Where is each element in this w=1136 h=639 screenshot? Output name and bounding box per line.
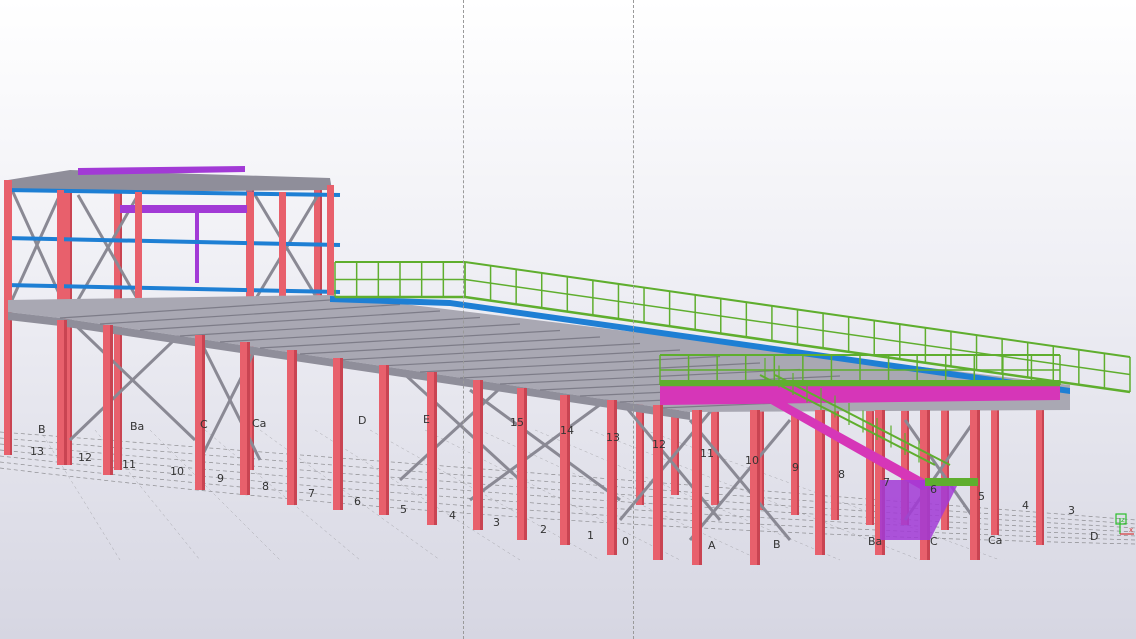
grid-label: 2 — [540, 523, 547, 536]
column-shadow — [386, 365, 389, 515]
column-shadow — [567, 395, 570, 545]
view-split-line — [633, 0, 634, 639]
axis-indicator: z x — [1115, 513, 1134, 535]
view-split-line — [463, 0, 464, 639]
grid-label: B — [38, 423, 46, 436]
grid-label: A — [708, 539, 716, 552]
grid-label: C — [200, 418, 208, 431]
model-viewport[interactable]: B 13 12 Ba 11 10 9 C Ca 8 7 D 6 E 5 4 15 3 14 2 13 1 12 0 11 10 A 9… — [0, 0, 1136, 639]
grid-label: 1 — [587, 529, 594, 542]
column-shadow — [614, 400, 617, 555]
grid-label: B — [773, 538, 781, 551]
column-shadow — [699, 410, 702, 565]
grid-label: 3 — [493, 516, 500, 529]
upper-column — [5, 180, 12, 300]
axis-x-label: x — [1129, 526, 1133, 534]
column-shadow — [524, 388, 527, 540]
axis-z-label: z — [1121, 516, 1125, 524]
grid-label: 15 — [510, 416, 524, 429]
column-shadow — [340, 358, 343, 510]
grid-line — [149, 429, 281, 561]
grid-label: 11 — [122, 458, 136, 471]
column-shadow — [997, 410, 999, 535]
grid-label: 4 — [449, 509, 456, 522]
grid-label: 12 — [78, 451, 92, 464]
grid-label: 10 — [745, 454, 759, 467]
grid-label: C — [930, 535, 938, 548]
grid-label: 13 — [30, 445, 44, 458]
grid-label: 9 — [217, 472, 224, 485]
grid-label: 8 — [262, 480, 269, 493]
column-shadow — [247, 342, 250, 495]
grid-label: 3 — [1068, 504, 1075, 517]
grid-label: 14 — [560, 424, 574, 437]
grid-label: 11 — [700, 447, 714, 460]
structure-3d-view[interactable]: B 13 12 Ba 11 10 9 C Ca 8 7 D 6 E 5 4 15 3 14 2 13 1 12 0 11 10 A 9… — [0, 0, 1136, 639]
column-shadow — [434, 372, 437, 525]
grid-label: Ba — [868, 535, 882, 548]
upper-column — [279, 192, 286, 300]
upper-column — [327, 185, 334, 300]
grid-label: 12 — [652, 438, 666, 451]
column-shadow — [110, 325, 113, 475]
column-shadow — [294, 350, 297, 505]
grid-label: 5 — [400, 503, 407, 516]
grid-label: D — [1090, 530, 1098, 543]
column-shadow — [1042, 410, 1044, 545]
upper-column — [247, 192, 254, 298]
main-deck — [8, 295, 1070, 420]
upper-frame — [4, 166, 341, 305]
column-shadow — [660, 405, 663, 560]
grid-label: 10 — [170, 465, 184, 478]
column-shadow — [202, 335, 205, 490]
column-shadow — [64, 320, 67, 465]
grid-label: Ba — [130, 420, 144, 433]
grid-label: 9 — [792, 461, 799, 474]
grid-label: 4 — [1022, 499, 1029, 512]
grid-label: Ca — [252, 417, 266, 430]
upper-column — [135, 192, 142, 300]
blue-girt — [4, 188, 341, 197]
grid-label: 5 — [978, 490, 985, 503]
grid-line — [314, 429, 521, 561]
grid-label: E — [423, 413, 430, 426]
grid-label: 6 — [354, 495, 361, 508]
grid-label: 7 — [308, 487, 315, 500]
column-shadow — [947, 405, 949, 530]
grid-label: 13 — [606, 431, 620, 444]
purple-post — [195, 213, 199, 283]
grid-label: 7 — [883, 476, 890, 489]
grid-label: 6 — [930, 483, 937, 496]
column-shadow — [757, 410, 760, 565]
grid-label: Ca — [988, 534, 1002, 547]
grid-label: D — [358, 414, 366, 427]
column-shadow — [480, 380, 483, 530]
grid-label: 8 — [838, 468, 845, 481]
upper-column — [57, 190, 64, 305]
grid-label: 0 — [622, 535, 629, 548]
